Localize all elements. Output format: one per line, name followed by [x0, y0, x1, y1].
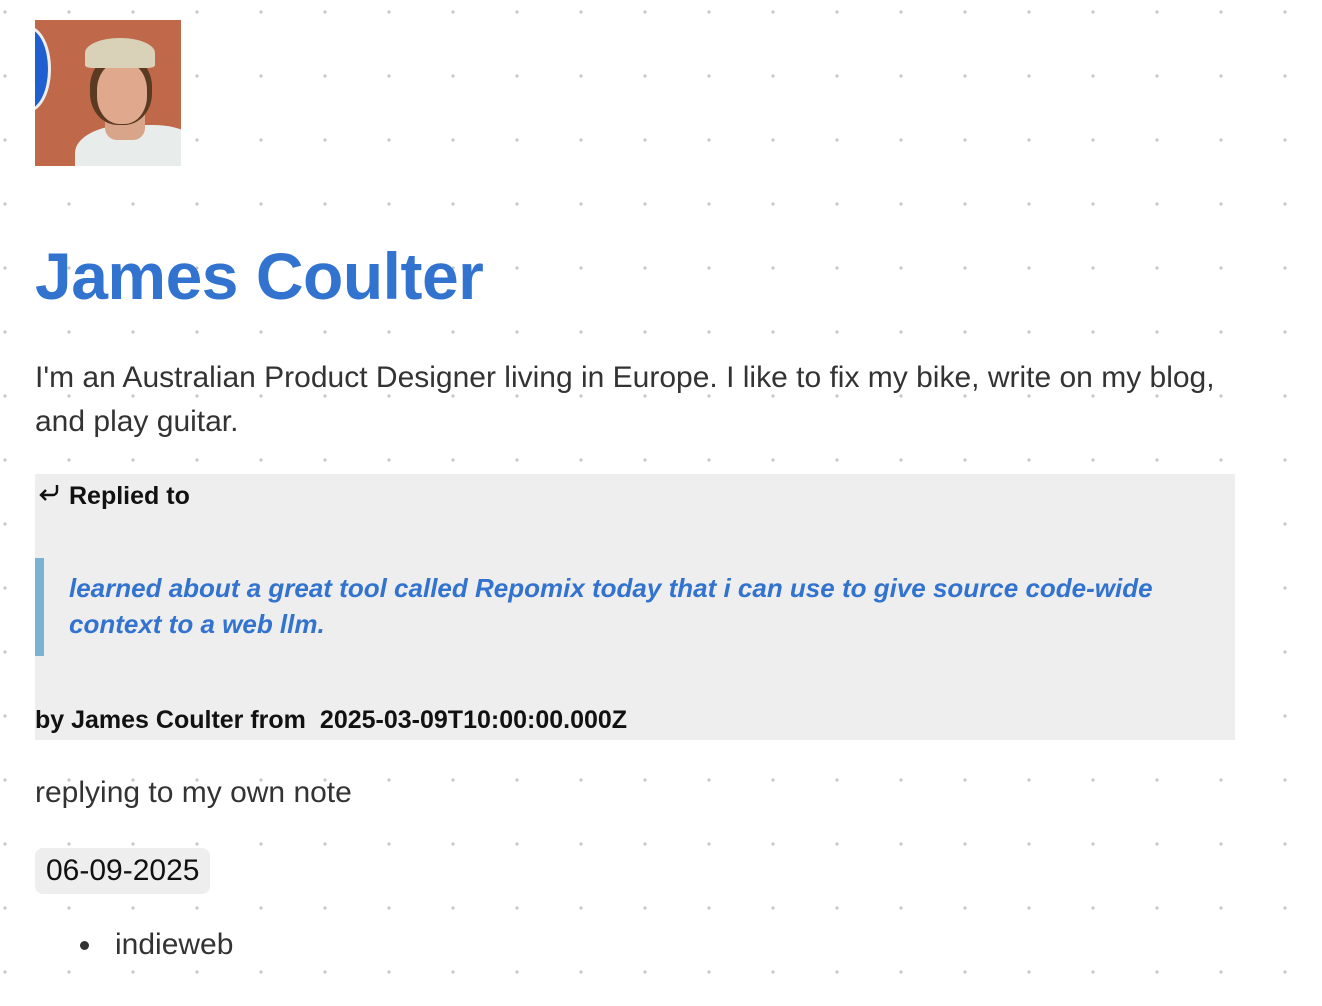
author-name[interactable]: James Coulter: [35, 238, 484, 314]
tag-item[interactable]: indieweb: [80, 928, 233, 962]
tag-label[interactable]: indieweb: [115, 928, 233, 962]
reply-quote-link[interactable]: learned about a great tool called Repomi…: [69, 570, 1219, 642]
avatar: [35, 20, 181, 166]
reply-heading-label: Replied to: [69, 482, 190, 510]
reply-author: by James Coulter from: [35, 706, 306, 734]
avatar-background-sign: [35, 26, 51, 112]
tag-list: indieweb: [80, 928, 233, 962]
reply-heading: Replied to: [37, 482, 190, 511]
author-bio: I'm an Australian Product Designer livin…: [35, 361, 1215, 438]
reply-attribution: by James Coulter from 2025-03-09T10:00:00…: [35, 706, 627, 735]
avatar-cap: [85, 38, 155, 68]
reply-date: 2025-03-09T10:00:00.000Z: [319, 706, 628, 734]
note-content: replying to my own note: [35, 776, 352, 809]
note-date[interactable]: 06-09-2025: [35, 848, 211, 894]
reply-quote: learned about a great tool called Repomi…: [35, 558, 1235, 656]
reply-context: Replied to learned about a great tool ca…: [35, 474, 1235, 740]
avatar-face: [97, 62, 147, 124]
bullet-icon: [80, 940, 89, 950]
reply-arrow-icon: [37, 482, 61, 511]
